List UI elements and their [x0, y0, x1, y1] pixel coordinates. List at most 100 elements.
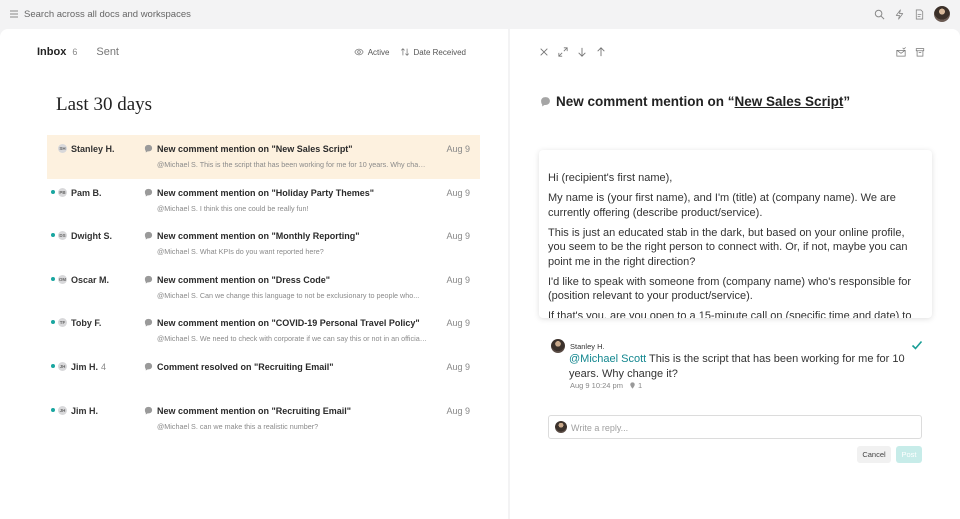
sender-name: Stanley H.	[71, 144, 115, 154]
sender-name: Jim H.	[71, 405, 99, 416]
thread-count: 4	[101, 361, 107, 372]
document-paragraph: My name is (your first name), and I'm (t…	[548, 192, 896, 219]
item-snippet: @Michael S. We need to check with corpor…	[157, 334, 427, 344]
pin-count-value: 1	[637, 381, 643, 390]
avatar: JH	[58, 405, 67, 415]
comment-icon	[144, 362, 153, 371]
unread-dot	[51, 233, 55, 238]
top-bar	[0, 0, 960, 28]
unread-dot	[51, 363, 55, 368]
reply-box	[548, 415, 922, 439]
avatar	[551, 339, 565, 353]
comment-author: Stanley H.	[570, 342, 605, 351]
document-paragraph: I'd like to speak with someone from (com…	[548, 275, 912, 303]
sender-name: Pam B.	[71, 187, 102, 198]
comment-icon	[541, 97, 550, 107]
item-subject: Comment resolved on "Recruiting Email"	[157, 361, 334, 372]
inbox-item[interactable]: JH Jim H. 4 Comment resolved on "Recruiti…	[47, 353, 480, 397]
arrow-down-icon[interactable]	[577, 47, 587, 57]
tab-sent[interactable]: Sent	[96, 46, 119, 58]
item-snippet: @Michael S. I think this one could be re…	[157, 203, 309, 213]
document-link[interactable]: New Sales Script	[735, 94, 844, 109]
bolt-icon[interactable]	[894, 9, 905, 20]
item-date: Aug 9	[446, 274, 470, 285]
item-date: Aug 9	[446, 231, 470, 242]
inbox-item[interactable]: PB Pam B. New comment mention on "Holida…	[47, 179, 480, 223]
comment-icon	[144, 406, 153, 415]
item-subject: New comment mention on "Recruiting Email…	[157, 405, 352, 416]
active-filter[interactable]: Active	[354, 47, 390, 57]
item-subject: New comment mention on "New Sales Script…	[157, 144, 353, 154]
pin-count: 1	[629, 381, 642, 390]
inbox-list: SH Stanley H. New comment mention on "Ne…	[47, 135, 480, 440]
comment-icon	[144, 319, 153, 327]
inbox-panel: Inbox 6 Sent Active Date Received Last 3…	[0, 29, 508, 519]
avatar: PB	[58, 187, 67, 197]
unread-dot	[51, 320, 55, 325]
item-snippet: @Michael S. can we make this a realistic…	[157, 421, 319, 431]
title-suffix: ”	[843, 94, 851, 109]
inbox-item[interactable]: DS Dwight S. New comment mention on "Mon…	[47, 222, 480, 266]
active-filter-label: Active	[367, 47, 390, 57]
document-paragraph: This is just an educated stab in the dar…	[548, 226, 908, 268]
search-icon[interactable]	[874, 9, 885, 20]
avatar: OM	[58, 274, 67, 284]
title-prefix: New comment mention on “	[556, 94, 735, 109]
user-mention[interactable]: @Michael Scott	[569, 353, 646, 365]
document-paragraph: Hi (recipient's first name),	[548, 172, 673, 184]
document-icon[interactable]	[914, 9, 925, 20]
post-button[interactable]: Post	[896, 446, 922, 463]
inbox-filters: Active Date Received	[354, 47, 466, 57]
avatar	[555, 421, 567, 433]
menu-icon[interactable]	[9, 9, 19, 19]
expand-icon[interactable]	[558, 47, 568, 57]
comment-icon	[144, 275, 153, 284]
comment-timestamp: Aug 9 10:24 pm	[570, 381, 623, 390]
inbox-item[interactable]: OM Oscar M. New comment mention on "Dres…	[47, 266, 480, 310]
sender-name: Jim H. 4	[71, 361, 107, 372]
avatar: DS	[58, 231, 67, 241]
item-date: Aug 9	[446, 187, 470, 198]
sort-dropdown[interactable]: Date Received	[400, 47, 466, 57]
cancel-button[interactable]: Cancel	[857, 446, 891, 463]
eye-icon	[354, 48, 364, 56]
resolve-check-icon[interactable]	[911, 339, 923, 351]
document-preview[interactable]: Hi (recipient's first name), My name is …	[539, 150, 932, 318]
item-subject: New comment mention on "COVID-19 Persona…	[157, 318, 420, 329]
inbox-item[interactable]: TF Toby F. New comment mention on "COVID…	[47, 309, 480, 353]
sender-name: Toby F.	[71, 318, 102, 329]
search-input[interactable]	[24, 7, 424, 21]
inbox-tabs: Inbox 6 Sent	[37, 46, 119, 58]
comment-body: @Michael Scott This is the script that h…	[569, 352, 909, 381]
mark-read-icon[interactable]	[896, 47, 906, 57]
detail-toolbar	[539, 47, 606, 57]
archive-icon[interactable]	[915, 47, 925, 57]
sender-name: Oscar M.	[71, 274, 110, 285]
unread-dot	[51, 276, 55, 281]
item-snippet: @Michael S. This is the script that has …	[157, 160, 427, 169]
inbox-item[interactable]: JH Jim H. New comment mention on "Recrui…	[47, 397, 480, 441]
avatar[interactable]	[934, 6, 950, 22]
avatar: JH	[58, 361, 67, 371]
tab-inbox[interactable]: Inbox	[37, 46, 66, 58]
item-subject: New comment mention on "Monthly Reportin…	[157, 231, 360, 242]
close-icon[interactable]	[539, 47, 549, 57]
inbox-count-badge: 6	[72, 47, 78, 57]
item-date: Aug 9	[446, 144, 470, 154]
unread-dot	[51, 407, 55, 412]
comment-icon	[144, 144, 153, 153]
reply-input[interactable]	[571, 421, 911, 435]
detail-actions	[896, 47, 925, 57]
arrow-up-icon[interactable]	[596, 47, 606, 57]
pin-icon	[630, 382, 635, 389]
item-subject: New comment mention on "Holiday Party Th…	[157, 187, 375, 198]
item-date: Aug 9	[446, 361, 470, 372]
avatar: TF	[58, 318, 67, 328]
top-icons	[874, 6, 950, 22]
inbox-item[interactable]: SH Stanley H. New comment mention on "Ne…	[47, 135, 480, 179]
item-subject: New comment mention on "Dress Code"	[157, 274, 331, 285]
sort-icon	[400, 48, 409, 56]
comment-icon	[144, 232, 153, 240]
item-date: Aug 9	[446, 318, 470, 329]
sender-name: Dwight S.	[71, 231, 112, 242]
